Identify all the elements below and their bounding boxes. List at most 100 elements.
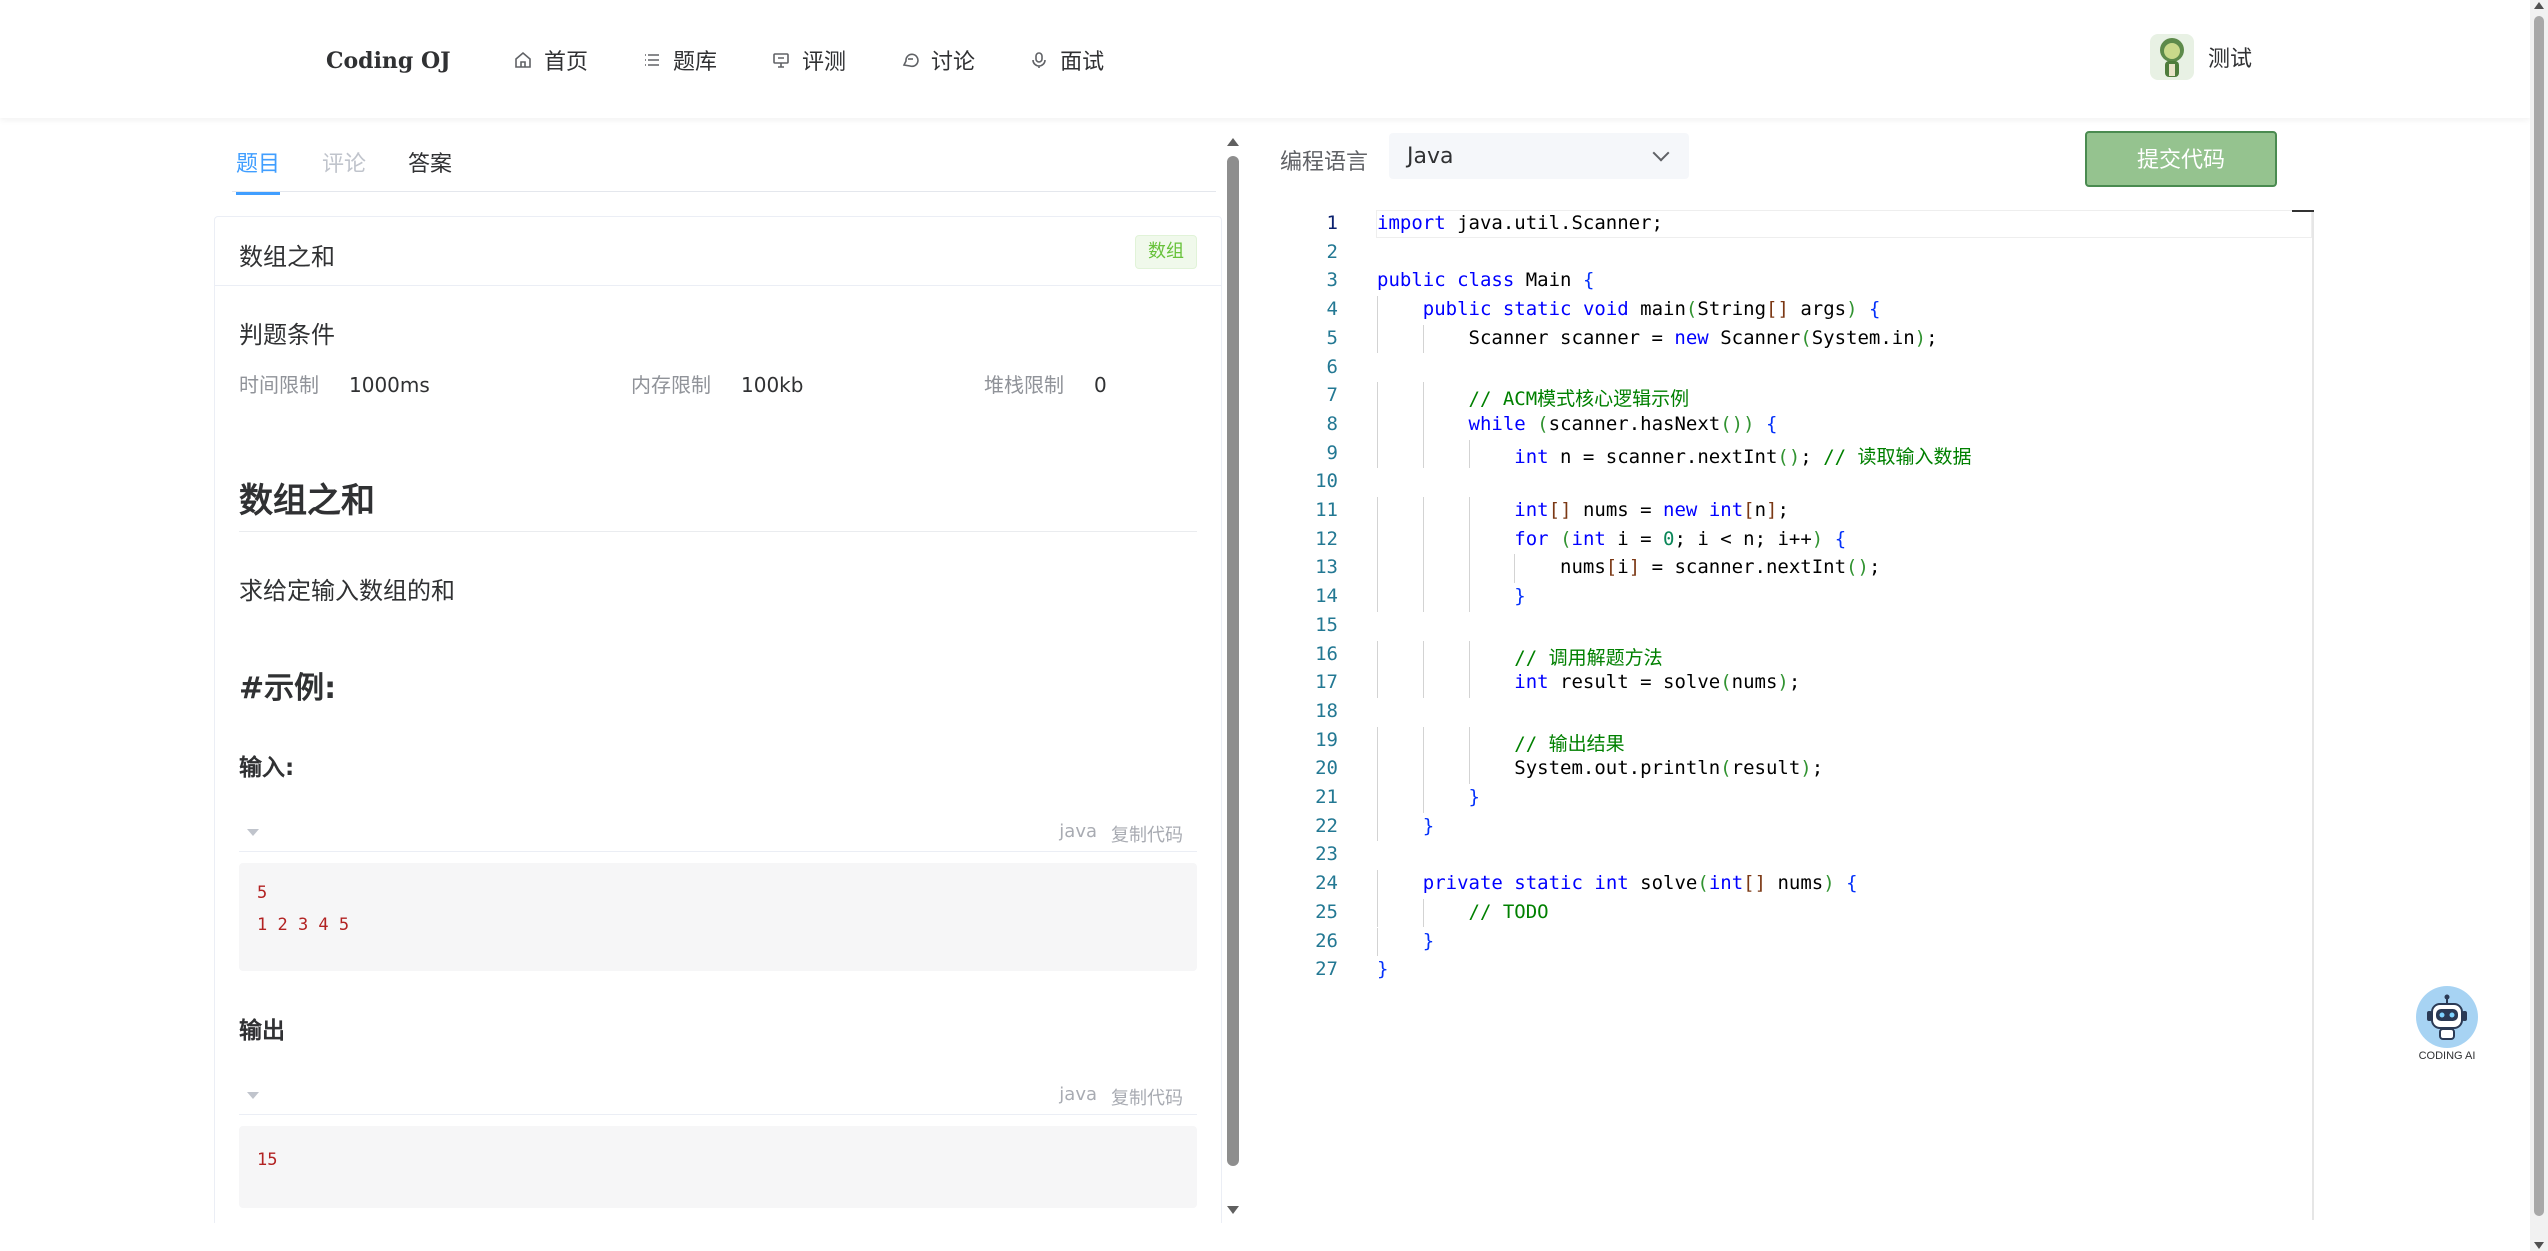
- indent-guide: [1468, 439, 1470, 469]
- indent-guide: [1377, 812, 1378, 842]
- line-number: 1: [1326, 212, 1338, 234]
- code-line: }: [1514, 585, 1526, 608]
- tabs-divider: [232, 191, 1216, 192]
- indent-guide: [1422, 525, 1424, 555]
- code-line: // ACM模式核心逻辑示例: [1468, 388, 1690, 411]
- code-line: nums[i] = scanner.nextInt();: [1377, 556, 1881, 579]
- editor-ruler: [2312, 210, 2314, 1220]
- problem-card: 数组之和 数组 判题条件 时间限制 1000ms 内存限制 100kb 堆栈限制 0 …: [214, 216, 1222, 1223]
- nav-item-problems[interactable]: 题库: [643, 44, 717, 76]
- nav-item-judge[interactable]: 评测: [772, 44, 846, 76]
- nav-item-discuss[interactable]: 讨论: [901, 44, 975, 76]
- limit-stack: 堆栈限制 0: [984, 369, 1107, 398]
- line-number: 19: [1315, 728, 1338, 751]
- code-line: 15: [257, 1150, 278, 1170]
- code-lang: java: [1059, 821, 1097, 842]
- output-heading: 输出: [239, 1018, 285, 1044]
- scroll-down-arrow[interactable]: [2534, 1242, 2544, 1249]
- indent-guide: [1468, 726, 1470, 756]
- problem-tag: 数组: [1135, 235, 1197, 269]
- chevron-down-icon: [1652, 144, 1670, 162]
- line-number: 7: [1326, 384, 1338, 407]
- indent-guide: [1422, 497, 1424, 526]
- indent-guide: [1422, 410, 1424, 440]
- indent-guide: [1422, 898, 1424, 928]
- line-number: 2: [1326, 240, 1338, 263]
- nav-item-home[interactable]: 首页: [514, 44, 588, 76]
- code-line: import java.util.Scanner;: [1377, 212, 1663, 234]
- indent-guide: [1377, 669, 1378, 698]
- problem-card-header: 数组之和 数组: [215, 217, 1221, 286]
- code-editor[interactable]: 1 import java.util.Scanner; 2 3 public class…: [1300, 210, 2315, 1220]
- scroll-down-arrow[interactable]: [1227, 1206, 1239, 1214]
- code-line: // TODO: [1468, 900, 1549, 923]
- page-scrollbar[interactable]: [2530, 0, 2548, 1251]
- limit-label: 内存限制: [631, 373, 711, 397]
- indent-guide: [1377, 870, 1378, 899]
- code-line: Scanner scanner = new Scanner(System.in)…: [1377, 326, 1938, 349]
- language-select[interactable]: Java: [1389, 133, 1689, 179]
- line-number: 13: [1315, 556, 1338, 579]
- description-heading: 数组之和: [239, 481, 375, 521]
- scroll-up-arrow[interactable]: [1227, 138, 1239, 146]
- line-number: 4: [1326, 298, 1338, 321]
- scrollbar-thumb[interactable]: [1227, 156, 1239, 1166]
- language-label: 编程语言: [1280, 150, 1369, 175]
- limit-value: 0: [1094, 373, 1107, 397]
- indent-guide: [1422, 669, 1424, 698]
- copy-code-button[interactable]: 复制代码: [1111, 1084, 1183, 1110]
- site-logo[interactable]: Coding OJ: [326, 48, 451, 74]
- avatar[interactable]: [2150, 34, 2194, 80]
- code-line: }: [1422, 929, 1435, 952]
- microphone-icon: [1032, 52, 1046, 68]
- code-line: 5: [257, 883, 268, 903]
- nav-item-label: 首页: [544, 50, 589, 75]
- limit-time: 时间限制 1000ms: [239, 369, 430, 398]
- indent-guide: [1377, 755, 1378, 784]
- code-line: for (int i = 0; i < n; i++) {: [1514, 527, 1847, 550]
- line-number: 16: [1315, 642, 1338, 665]
- robot-icon: [2416, 986, 2478, 1048]
- indent-guide: [1377, 382, 1378, 411]
- limit-value: 100kb: [741, 373, 804, 397]
- code-line: // 调用解题方法: [1514, 646, 1663, 669]
- language-select-value: Java: [1407, 144, 1454, 169]
- tab-problem[interactable]: 题目: [236, 146, 281, 195]
- copy-code-button[interactable]: 复制代码: [1111, 821, 1183, 847]
- code-lang: java: [1059, 1084, 1097, 1105]
- indent-guide: [1377, 726, 1378, 756]
- collapse-icon[interactable]: [247, 1092, 259, 1099]
- tab-comments[interactable]: 评论: [322, 146, 366, 195]
- list-icon: [645, 54, 660, 66]
- code-line: public class Main {: [1377, 269, 1595, 292]
- indent-guide: [1422, 755, 1424, 784]
- limit-label: 时间限制: [239, 373, 319, 397]
- output-code-toolbar: java 复制代码: [239, 1078, 1197, 1115]
- indent-guide: [1422, 382, 1424, 411]
- panel-scrollbar[interactable]: [1222, 136, 1244, 1216]
- indent-guide: [1468, 525, 1470, 555]
- submit-code-button[interactable]: 提交代码: [2085, 131, 2277, 187]
- scrollbar-thumb[interactable]: [2534, 16, 2544, 1216]
- collapse-icon[interactable]: [247, 829, 259, 836]
- nav-item-label: 面试: [1060, 50, 1105, 75]
- indent-guide: [1377, 439, 1378, 469]
- line-number: 10: [1315, 470, 1338, 493]
- coding-ai-button[interactable]: CODING AI: [2414, 986, 2480, 1062]
- indent-guide: [1377, 554, 1378, 584]
- line-number: 11: [1315, 499, 1338, 521]
- indent-guide: [1422, 439, 1424, 469]
- nav-item-interview[interactable]: 面试: [1030, 44, 1104, 76]
- code-line: }: [1422, 814, 1435, 837]
- user-menu[interactable]: 测试: [2150, 34, 2252, 80]
- line-number: 21: [1315, 786, 1338, 808]
- main-nav: 首页 题库 评测 讨论 面试: [514, 44, 1159, 76]
- description-text: 求给定输入数组的和: [239, 577, 455, 605]
- top-navbar: Coding OJ 首页 题库 评测 讨论 面试 测试: [0, 0, 2530, 118]
- line-number: 27: [1315, 958, 1338, 981]
- code-line: }: [1468, 786, 1480, 808]
- line-number: 20: [1315, 757, 1338, 780]
- scroll-up-arrow[interactable]: [2534, 2, 2544, 9]
- tab-answer[interactable]: 答案: [408, 146, 452, 195]
- problem-panel: 题目 评论 答案 数组之和 数组 判题条件 时间限制 1000ms 内存限制 100…: [212, 118, 1222, 1223]
